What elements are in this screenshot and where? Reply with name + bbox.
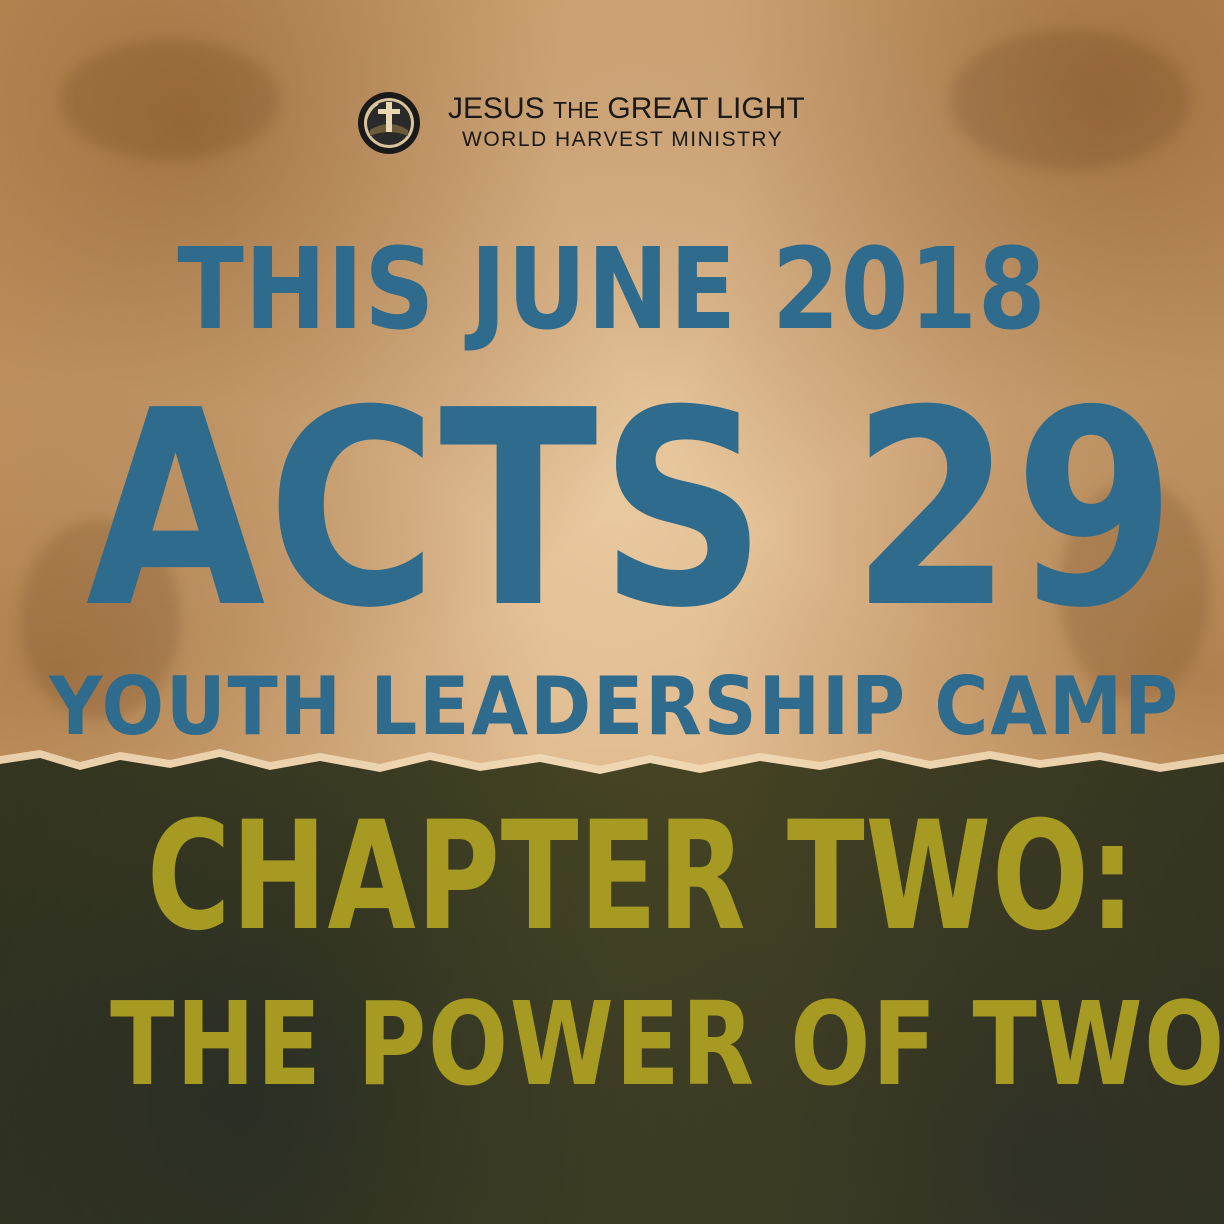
chapter-heading: CHAPTER TWO: bbox=[146, 790, 1136, 964]
poster: JESUS THE GREAT LIGHT WORLD HARVEST MINI… bbox=[0, 0, 1224, 1224]
ministry-name: JESUS THE GREAT LIGHT bbox=[448, 92, 805, 125]
chapter-theme: THE POWER OF TWO bbox=[110, 978, 1224, 1112]
ministry-subtitle: WORLD HARVEST MINISTRY bbox=[462, 128, 784, 151]
paper-stain bbox=[950, 30, 1190, 170]
event-title: ACTS 29 bbox=[85, 352, 1178, 667]
event-date: THIS JUNE 2018 bbox=[177, 225, 1047, 355]
paper-stain bbox=[60, 40, 280, 160]
event-subtitle: YOUTH LEADERSHIP CAMP bbox=[48, 660, 1180, 753]
cross-globe-emblem-icon bbox=[358, 92, 420, 154]
